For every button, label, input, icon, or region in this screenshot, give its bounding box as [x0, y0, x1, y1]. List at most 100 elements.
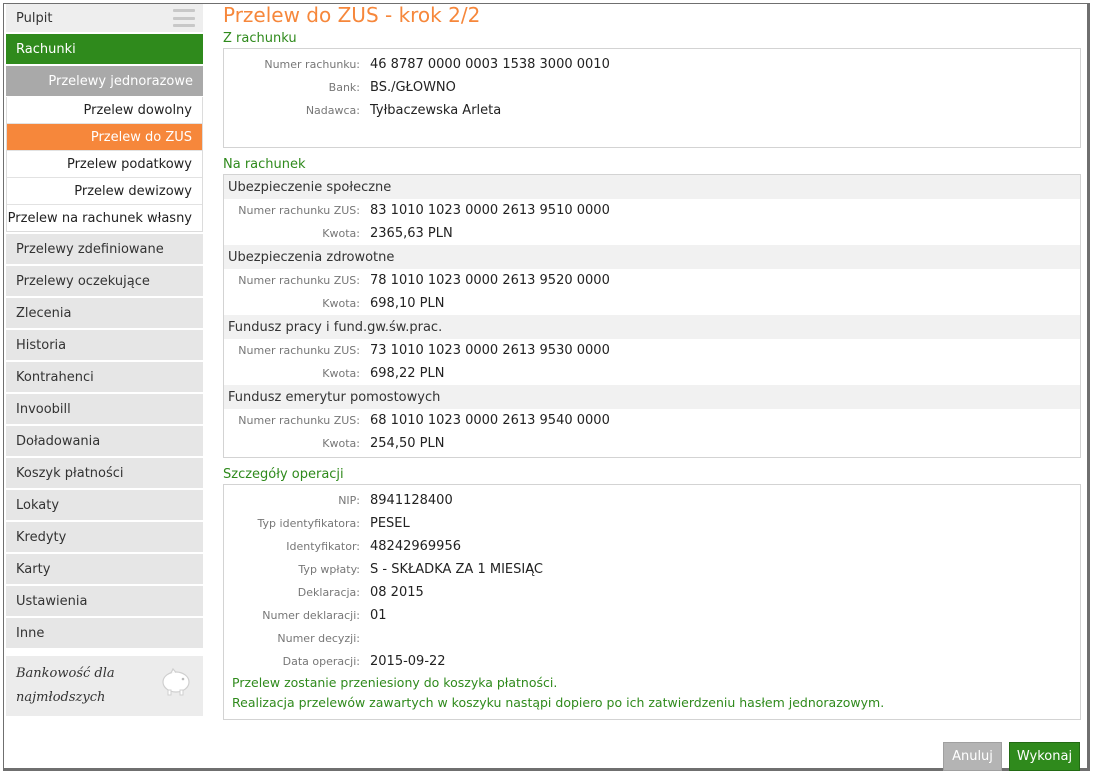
sidebar-item-historia[interactable]: Historia [6, 330, 203, 360]
zus-account-row: Numer rachunku ZUS: 78 1010 1023 0000 26… [224, 269, 1080, 292]
detail-row-operation-date: Data operacji: 2015-09-22 [224, 650, 1080, 673]
field-value: 01 [370, 608, 387, 623]
sidebar-item-label: Rachunki [16, 41, 76, 57]
sidebar-item-label: Przelewy oczekujące [16, 273, 150, 289]
detail-row-payment-type: Typ wpłaty: S - SKŁADKA ZA 1 MIESIĄC [224, 558, 1080, 581]
zus-group: Fundusz emerytur pomostowych Numer rachu… [224, 385, 1080, 455]
subnav-item-label: Przelew do ZUS [90, 129, 192, 145]
zus-group: Ubezpieczenia zdrowotne Numer rachunku Z… [224, 245, 1080, 315]
section-title-details: Szczegóły operacji [223, 467, 344, 482]
sidebar-item-inne[interactable]: Inne [6, 618, 203, 648]
sidebar-item-label: Karty [16, 561, 51, 577]
sidebar-subhead-przelewy-jednorazowe[interactable]: Przelewy jednorazowe [6, 66, 203, 96]
field-value: 46 8787 0000 0003 1538 3000 0010 [370, 57, 610, 72]
sidebar-item-label: Zlecenia [16, 305, 72, 321]
zus-account-row: Numer rachunku ZUS: 73 1010 1023 0000 26… [224, 339, 1080, 362]
sidebar-item-label: Ustawienia [16, 593, 88, 609]
sidebar-item-label: Kredyty [16, 529, 67, 545]
subnav-item-przelew-wlasny[interactable]: Przelew na rachunek własny [7, 204, 202, 231]
details-box: NIP: 8941128400 Typ identyfikatora: PESE… [223, 484, 1081, 720]
field-label: Numer rachunku ZUS: [238, 204, 360, 217]
sidebar-item-label: Invoobill [16, 401, 71, 417]
subnav-item-label: Przelew dewizowy [74, 183, 192, 199]
from-row-account: Numer rachunku: 46 8787 0000 0003 1538 3… [224, 53, 1080, 76]
group-heading: Ubezpieczenie społeczne [224, 175, 1080, 199]
sidebar-item-przelewy-oczekujace[interactable]: Przelewy oczekujące [6, 266, 203, 296]
group-heading: Fundusz emerytur pomostowych [224, 385, 1080, 409]
sidebar-item-karty[interactable]: Karty [6, 554, 203, 584]
field-value: 2015-09-22 [370, 654, 446, 669]
sidebar-item-pulpit[interactable]: Pulpit [6, 4, 203, 32]
sidebar-item-przelewy-zdefiniowane[interactable]: Przelewy zdefiniowane [6, 234, 203, 264]
zus-account-row: Numer rachunku ZUS: 68 1010 1023 0000 26… [224, 409, 1080, 432]
field-value: 2365,63 PLN [370, 226, 453, 241]
from-row-sender: Nadawca: Tyłbaczewska Arleta [224, 99, 1080, 122]
field-value: 83 1010 1023 0000 2613 9510 0000 [370, 203, 610, 218]
field-value: 08 2015 [370, 585, 424, 600]
sidebar-item-label: Pulpit [16, 10, 53, 26]
field-label: Kwota: [322, 437, 360, 450]
field-label: Numer rachunku ZUS: [238, 274, 360, 287]
section-title-to: Na rachunek [223, 157, 306, 172]
sidebar-item-koszyk-platnosci[interactable]: Koszyk płatności [6, 458, 203, 488]
sidebar-item-label: Przelewy zdefiniowane [16, 241, 164, 257]
sidebar-item-doladowania[interactable]: Doładowania [6, 426, 203, 456]
field-label: Kwota: [322, 367, 360, 380]
field-value: 698,10 PLN [370, 296, 445, 311]
field-label: Numer decyzji: [277, 632, 360, 645]
sidebar-item-label: Historia [16, 337, 67, 353]
info-note: Realizacja przelewów zawartych w koszyku… [232, 695, 885, 710]
piggy-bank-icon [162, 667, 190, 696]
submit-button[interactable]: Wykonaj [1009, 742, 1080, 771]
subnav-item-label: Przelew dowolny [83, 102, 193, 118]
sidebar-subnav: Przelew dowolny Przelew do ZUS Przelew p… [6, 97, 203, 232]
field-label: Bank: [328, 81, 360, 94]
cancel-button[interactable]: Anuluj [943, 742, 1002, 771]
field-label: Typ wpłaty: [298, 563, 360, 576]
field-value: 254,50 PLN [370, 436, 445, 451]
main-content: Przelew do ZUS - krok 2/2 Z rachunku Num… [223, 0, 1081, 720]
detail-row-nip: NIP: 8941128400 [224, 489, 1080, 512]
field-label: Data operacji: [282, 655, 360, 668]
field-value: 78 1010 1023 0000 2613 9520 0000 [370, 273, 610, 288]
zus-group: Fundusz pracy i fund.gw.św.prac. Numer r… [224, 315, 1080, 385]
subnav-item-label: Przelew na rachunek własny [7, 210, 192, 226]
field-value: Tyłbaczewska Arleta [370, 103, 502, 118]
field-value: PESEL [370, 516, 410, 531]
field-value: 73 1010 1023 0000 2613 9530 0000 [370, 343, 610, 358]
subnav-item-przelew-do-zus[interactable]: Przelew do ZUS [7, 123, 202, 150]
subnav-item-label: Przelew podatkowy [66, 156, 192, 172]
detail-row-declaration-number: Numer deklaracji: 01 [224, 604, 1080, 627]
subnav-item-przelew-dewizowy[interactable]: Przelew dewizowy [7, 177, 202, 204]
zus-amount-row: Kwota: 2365,63 PLN [224, 222, 1080, 245]
zus-account-row: Numer rachunku ZUS: 83 1010 1023 0000 26… [224, 199, 1080, 222]
field-label: NIP: [338, 494, 360, 507]
field-label: Nadawca: [305, 104, 360, 117]
to-account-box: Ubezpieczenie społeczne Numer rachunku Z… [223, 174, 1081, 458]
sidebar-item-lokaty[interactable]: Lokaty [6, 490, 203, 520]
sidebar-item-invoobill[interactable]: Invoobill [6, 394, 203, 424]
zus-amount-row: Kwota: 698,10 PLN [224, 292, 1080, 315]
field-value: BS./GŁOWNO [370, 80, 456, 95]
detail-row-identifier: Identyfikator: 48242969956 [224, 535, 1080, 558]
sidebar-item-label: Kontrahenci [16, 369, 94, 385]
promo-banner[interactable]: Bankowość dla najmłodszych [6, 656, 203, 716]
field-value: 68 1010 1023 0000 2613 9540 0000 [370, 413, 610, 428]
field-label: Numer deklaracji: [262, 609, 360, 622]
sidebar-item-zlecenia[interactable]: Zlecenia [6, 298, 203, 328]
page-title: Przelew do ZUS - krok 2/2 [223, 3, 481, 27]
field-label: Numer rachunku ZUS: [238, 344, 360, 357]
group-heading: Ubezpieczenia zdrowotne [224, 245, 1080, 269]
sidebar-item-kredyty[interactable]: Kredyty [6, 522, 203, 552]
info-note: Przelew zostanie przeniesiony do koszyka… [232, 675, 558, 690]
menu-icon[interactable] [173, 9, 195, 27]
field-label: Deklaracja: [297, 586, 360, 599]
field-label: Numer rachunku: [264, 58, 360, 71]
sidebar-item-kontrahenci[interactable]: Kontrahenci [6, 362, 203, 392]
sidebar-item-rachunki[interactable]: Rachunki [6, 34, 203, 64]
subnav-item-przelew-dowolny[interactable]: Przelew dowolny [7, 97, 202, 123]
subnav-item-przelew-podatkowy[interactable]: Przelew podatkowy [7, 150, 202, 177]
from-account-box: Numer rachunku: 46 8787 0000 0003 1538 3… [223, 48, 1081, 148]
field-value: 8941128400 [370, 493, 453, 508]
sidebar-item-ustawienia[interactable]: Ustawienia [6, 586, 203, 616]
